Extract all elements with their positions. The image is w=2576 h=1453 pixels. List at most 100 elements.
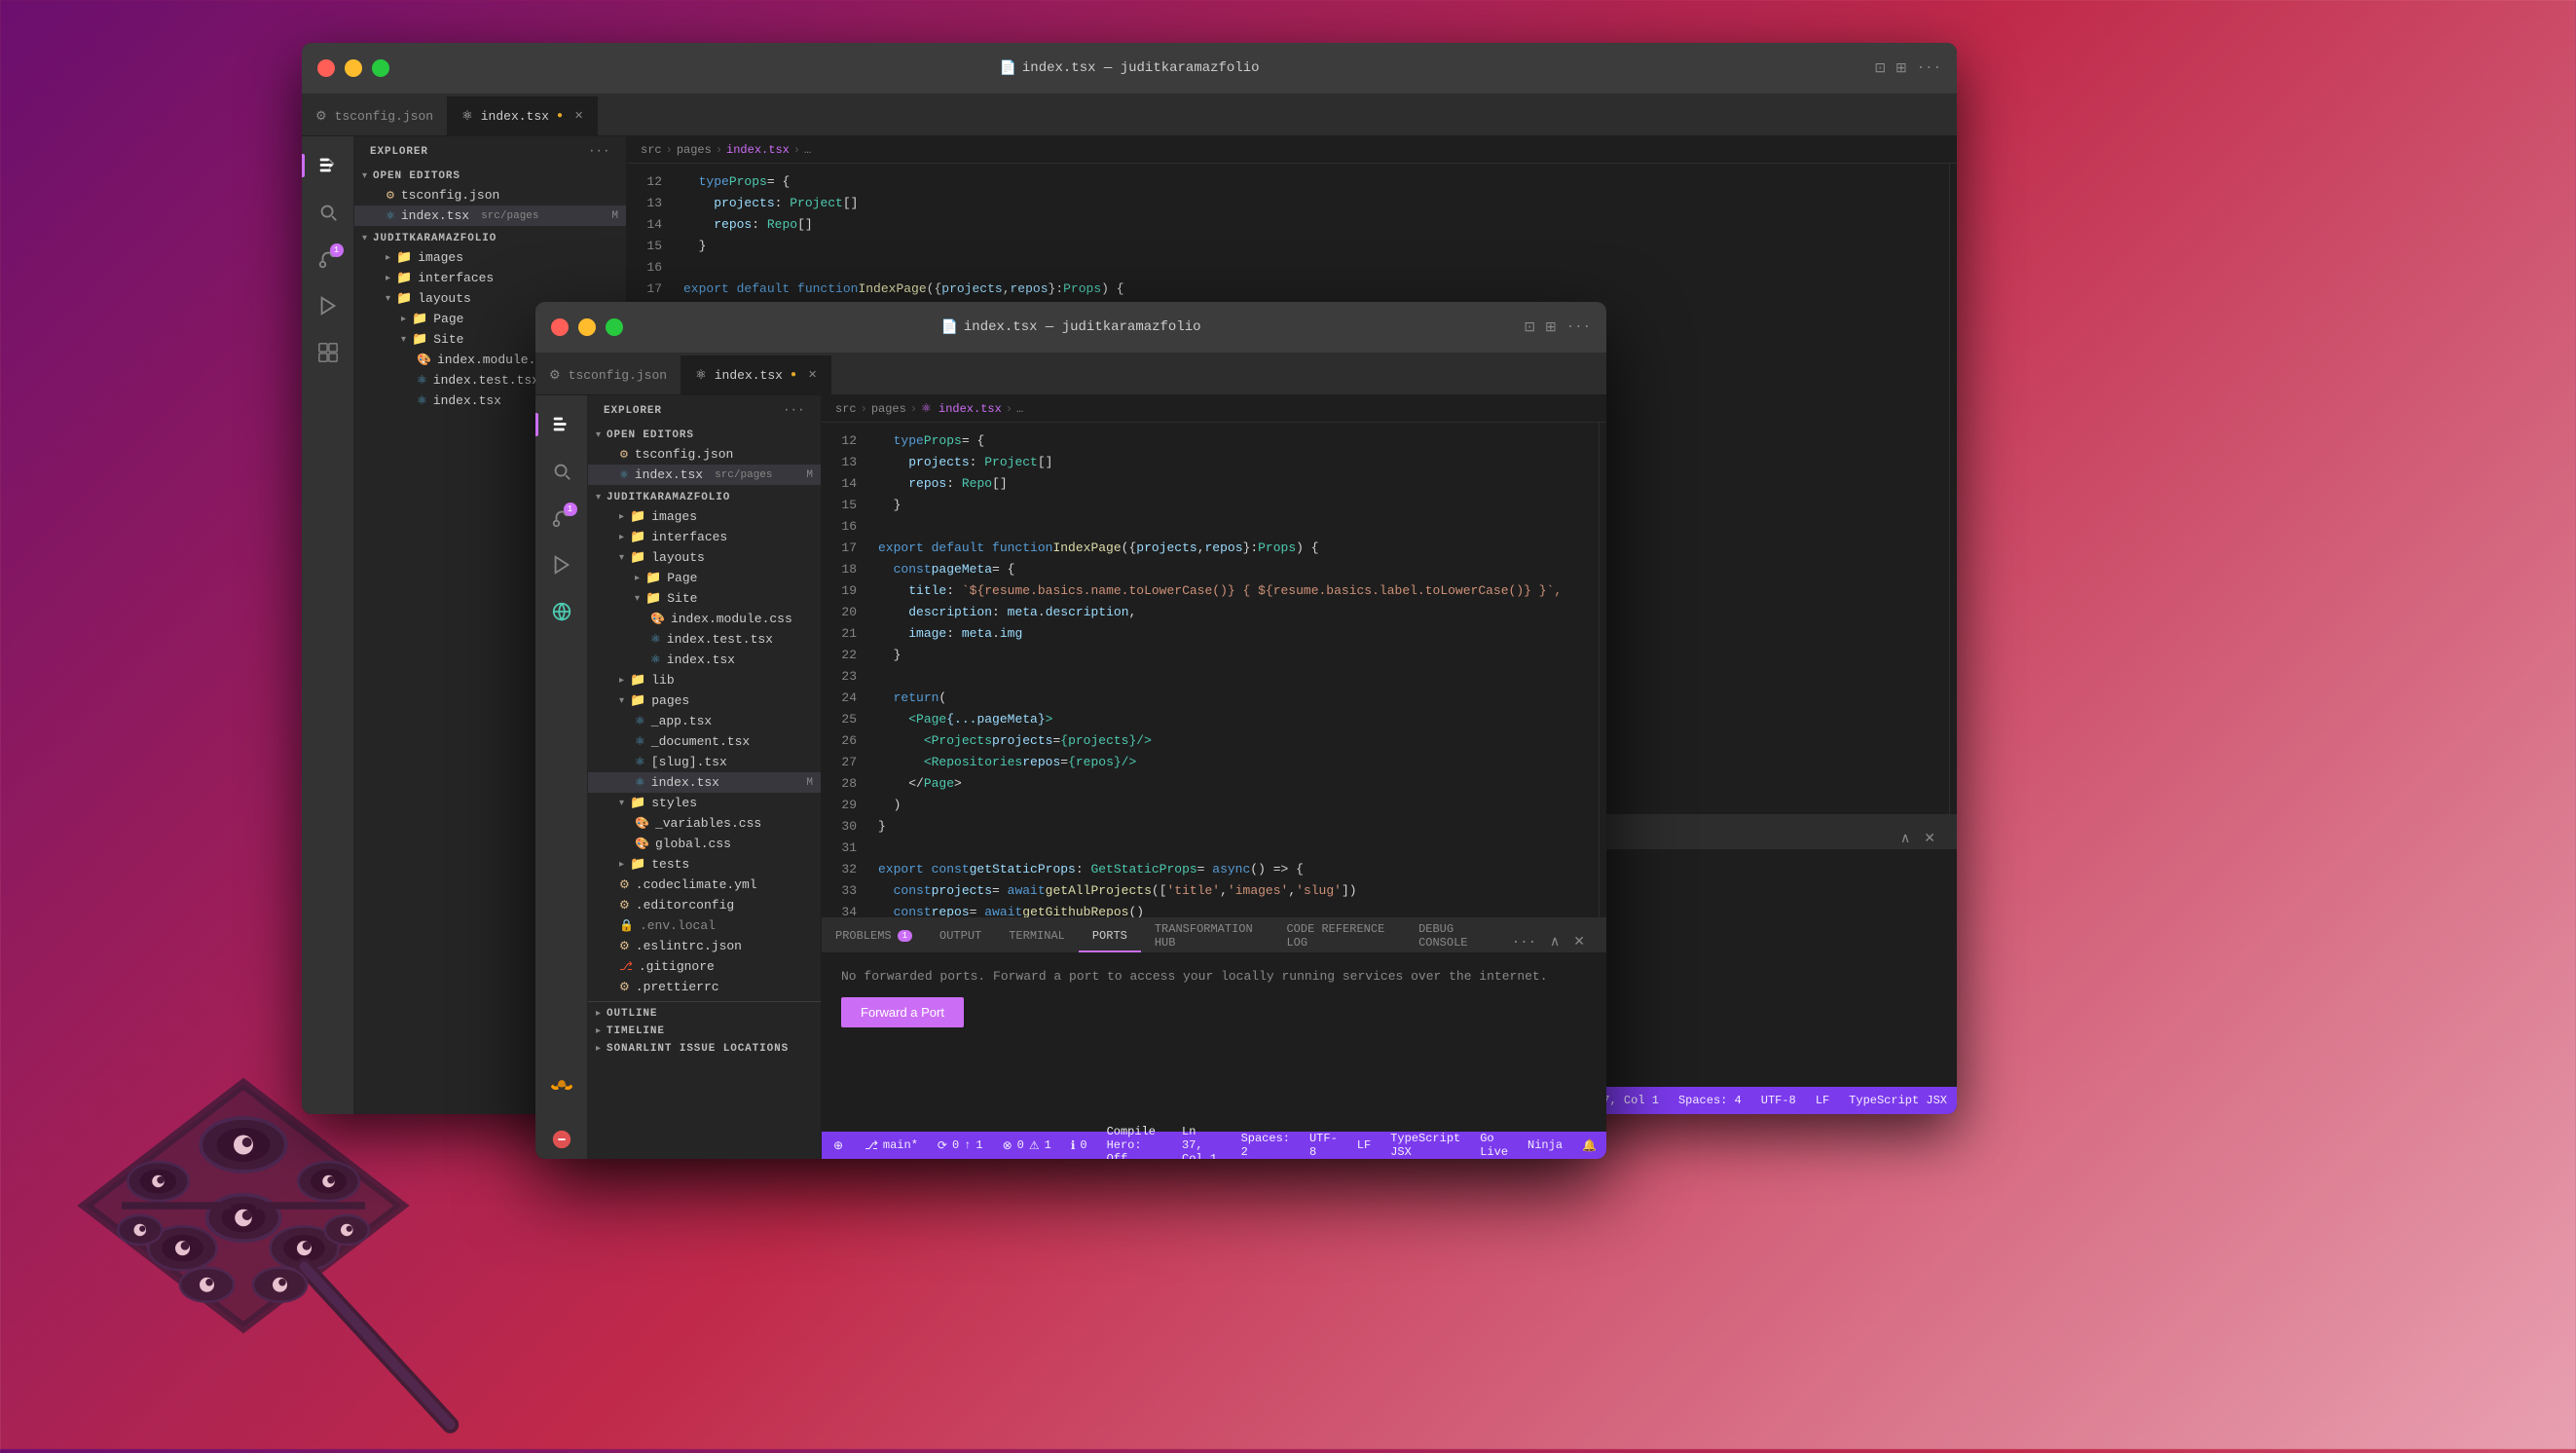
source-control-icon[interactable]: 1 [309, 240, 348, 279]
panel-chevron-up-2[interactable]: ∧ [1546, 932, 1564, 952]
tab-tsconfig-1[interactable]: ⚙ tsconfig.json [302, 96, 448, 135]
panel-close-btn[interactable]: ✕ [1920, 829, 1939, 849]
explorer-icon[interactable] [309, 146, 348, 185]
circle-icon[interactable] [542, 1120, 581, 1159]
tab-close-btn-2[interactable]: ✕ [808, 368, 817, 382]
sidebar-item-variables-css[interactable]: 🎨 _variables.css [588, 813, 821, 834]
close-button-2[interactable] [551, 318, 569, 336]
panel-more-btn[interactable]: ··· [1508, 933, 1540, 952]
open-editors-header-2[interactable]: ▾ OPEN EDITORS [588, 427, 821, 444]
status-line-ending[interactable]: LF [1806, 1094, 1839, 1107]
debug-icon[interactable] [309, 286, 348, 325]
open-editors-header[interactable]: ▾ OPEN EDITORS [354, 168, 626, 185]
status-spaces-2[interactable]: Spaces: 2 [1232, 1132, 1300, 1159]
sidebar-more-btn-2[interactable]: ··· [784, 405, 805, 417]
sidebar-item-slug-tsx[interactable]: ⚛ [slug].tsx [588, 752, 821, 772]
status-language[interactable]: TypeScript JSX [1839, 1094, 1957, 1107]
status-compile-hero[interactable]: Compile Hero: Off [1097, 1125, 1172, 1159]
tab-tsconfig-2[interactable]: ⚙ tsconfig.json [535, 355, 681, 394]
project-header-2[interactable]: ▾ JUDITKARAMAZFOLIO [588, 489, 821, 506]
sidebar-item-interfaces[interactable]: ▸ 📁 interfaces [354, 268, 626, 288]
panel-tab-ports[interactable]: PORTS [1079, 921, 1141, 952]
sidebar-item-page-2[interactable]: ▸ 📁 Page [588, 568, 821, 588]
timeline-header[interactable]: ▸ TIMELINE [588, 1023, 821, 1040]
sidebar-more-btn[interactable]: ··· [589, 146, 610, 158]
tab-close-btn[interactable]: ✕ [574, 109, 583, 123]
status-ninja-2[interactable]: Ninja [1518, 1138, 1572, 1152]
tab-index-2[interactable]: ⚛ index.tsx ● ✕ [681, 355, 831, 394]
status-go-live-2[interactable]: Go Live [1470, 1132, 1518, 1159]
sidebar-item-lib[interactable]: ▸ 📁 lib [588, 670, 821, 690]
search-icon-2[interactable] [542, 452, 581, 491]
explorer-icon-2[interactable] [542, 405, 581, 444]
sidebar-item-prettierrc[interactable]: ⚙ .prettierrc [588, 977, 821, 997]
sidebar-item-eslintrc[interactable]: ⚙ .eslintrc.json [588, 936, 821, 956]
sidebar-item-index-module-css-2[interactable]: 🎨 index.module.css [588, 609, 821, 629]
editor-layout-icon-2[interactable]: ⊞ [1545, 319, 1557, 336]
status-notification[interactable]: 🔔 [1572, 1138, 1606, 1153]
project-header[interactable]: ▾ JUDITKARAMAZFOLIO [354, 230, 626, 247]
sidebar-item-tsconfig-2[interactable]: ⚙ tsconfig.json [588, 444, 821, 465]
minimize-button-2[interactable] [578, 318, 596, 336]
more-actions-icon-2[interactable]: ··· [1566, 319, 1591, 336]
status-branch-2[interactable]: ⎇ main* [855, 1138, 928, 1153]
panel-tab-transformation[interactable]: TRANSFORMATION HUB [1141, 921, 1273, 952]
remote-icon[interactable] [542, 592, 581, 631]
panel-tab-debug[interactable]: DEBUG CONSOLE [1405, 921, 1508, 952]
extensions-icon[interactable] [309, 333, 348, 372]
split-editor-icon[interactable]: ⊡ [1874, 60, 1886, 77]
debug-icon-2[interactable] [542, 545, 581, 584]
sidebar-item-images-2[interactable]: ▸ 📁 images [588, 506, 821, 527]
editor-layout-icon[interactable]: ⊞ [1895, 60, 1907, 77]
status-sync-2[interactable]: ⟳ 0 ↑ 1 [928, 1138, 993, 1153]
sidebar-item-tests[interactable]: ▸ 📁 tests [588, 854, 821, 875]
sidebar-item-app-tsx[interactable]: ⚛ _app.tsx [588, 711, 821, 731]
sidebar-item-index[interactable]: ⚛ index.tsx src/pages M [354, 205, 626, 226]
close-button[interactable] [317, 59, 335, 77]
status-errors-2[interactable]: ⊗ 0 ⚠ 1 [993, 1138, 1061, 1153]
source-control-icon-2[interactable]: 1 [542, 499, 581, 538]
panel-chevron-up[interactable]: ∧ [1896, 829, 1914, 849]
status-info-2[interactable]: ℹ 0 [1061, 1138, 1097, 1153]
maximize-button[interactable] [372, 59, 389, 77]
sidebar-item-codeclimate[interactable]: ⚙ .codeclimate.yml [588, 875, 821, 895]
sidebar-item-index-tsx-pages[interactable]: ⚛ index.tsx M [588, 772, 821, 793]
sidebar-item-gitignore[interactable]: ⎇ .gitignore [588, 956, 821, 977]
status-encoding-2[interactable]: UTF-8 [1300, 1132, 1347, 1159]
sidebar-item-editorconfig[interactable]: ⚙ .editorconfig [588, 895, 821, 915]
sidebar-item-tsconfig[interactable]: ⚙ tsconfig.json [354, 185, 626, 205]
panel-tab-terminal-2[interactable]: TERMINAL [995, 921, 1079, 952]
outline-header[interactable]: ▸ OUTLINE [588, 1001, 821, 1023]
sidebar-item-env-local[interactable]: 🔒 .env.local [588, 915, 821, 936]
sidebar-item-index-tsx-2[interactable]: ⚛ index.tsx [588, 650, 821, 670]
sidebar-item-global-css[interactable]: 🎨 global.css [588, 834, 821, 854]
sidebar-item-layouts-2[interactable]: ▾ 📁 layouts [588, 547, 821, 568]
panel-tab-problems-2[interactable]: PROBLEMS 1 [822, 921, 926, 952]
aws-icon[interactable] [542, 1063, 581, 1102]
tab-index-1[interactable]: ⚛ index.tsx ● ✕ [448, 96, 598, 135]
status-encoding[interactable]: UTF-8 [1751, 1094, 1806, 1107]
sidebar-item-interfaces-2[interactable]: ▸ 📁 interfaces [588, 527, 821, 547]
maximize-button-2[interactable] [606, 318, 623, 336]
search-icon[interactable] [309, 193, 348, 232]
panel-close-btn-2[interactable]: ✕ [1569, 932, 1589, 952]
sidebar-item-index-2[interactable]: ⚛ index.tsx src/pages M [588, 465, 821, 485]
sidebar-item-site-2[interactable]: ▾ 📁 Site [588, 588, 821, 609]
panel-tab-code-ref[interactable]: CODE REFERENCE LOG [1272, 921, 1405, 952]
status-remote[interactable]: ⊕ [822, 1138, 855, 1153]
sidebar-item-document-tsx[interactable]: ⚛ _document.tsx [588, 731, 821, 752]
split-editor-icon-2[interactable]: ⊡ [1524, 319, 1535, 336]
status-line-ending-2[interactable]: LF [1347, 1138, 1380, 1152]
sonar-header[interactable]: ▸ SONARLINT ISSUE LOCATIONS [588, 1040, 821, 1058]
forward-port-btn-2[interactable]: Forward a Port [841, 997, 964, 1027]
sidebar-item-images[interactable]: ▸ 📁 images [354, 247, 626, 268]
status-ln-col-2[interactable]: Ln 37, Col 1 [1172, 1125, 1232, 1159]
sidebar-item-styles[interactable]: ▾ 📁 styles [588, 793, 821, 813]
sidebar-item-index-test-tsx-2[interactable]: ⚛ index.test.tsx [588, 629, 821, 650]
status-language-2[interactable]: TypeScript JSX [1380, 1132, 1470, 1159]
status-spaces[interactable]: Spaces: 4 [1669, 1094, 1751, 1107]
sidebar-item-pages[interactable]: ▾ 📁 pages [588, 690, 821, 711]
minimize-button[interactable] [345, 59, 362, 77]
code-editor-2[interactable]: 1213141516 1718192021 2223242526 2728293… [822, 423, 1606, 917]
panel-tab-output-2[interactable]: OUTPUT [926, 921, 995, 952]
